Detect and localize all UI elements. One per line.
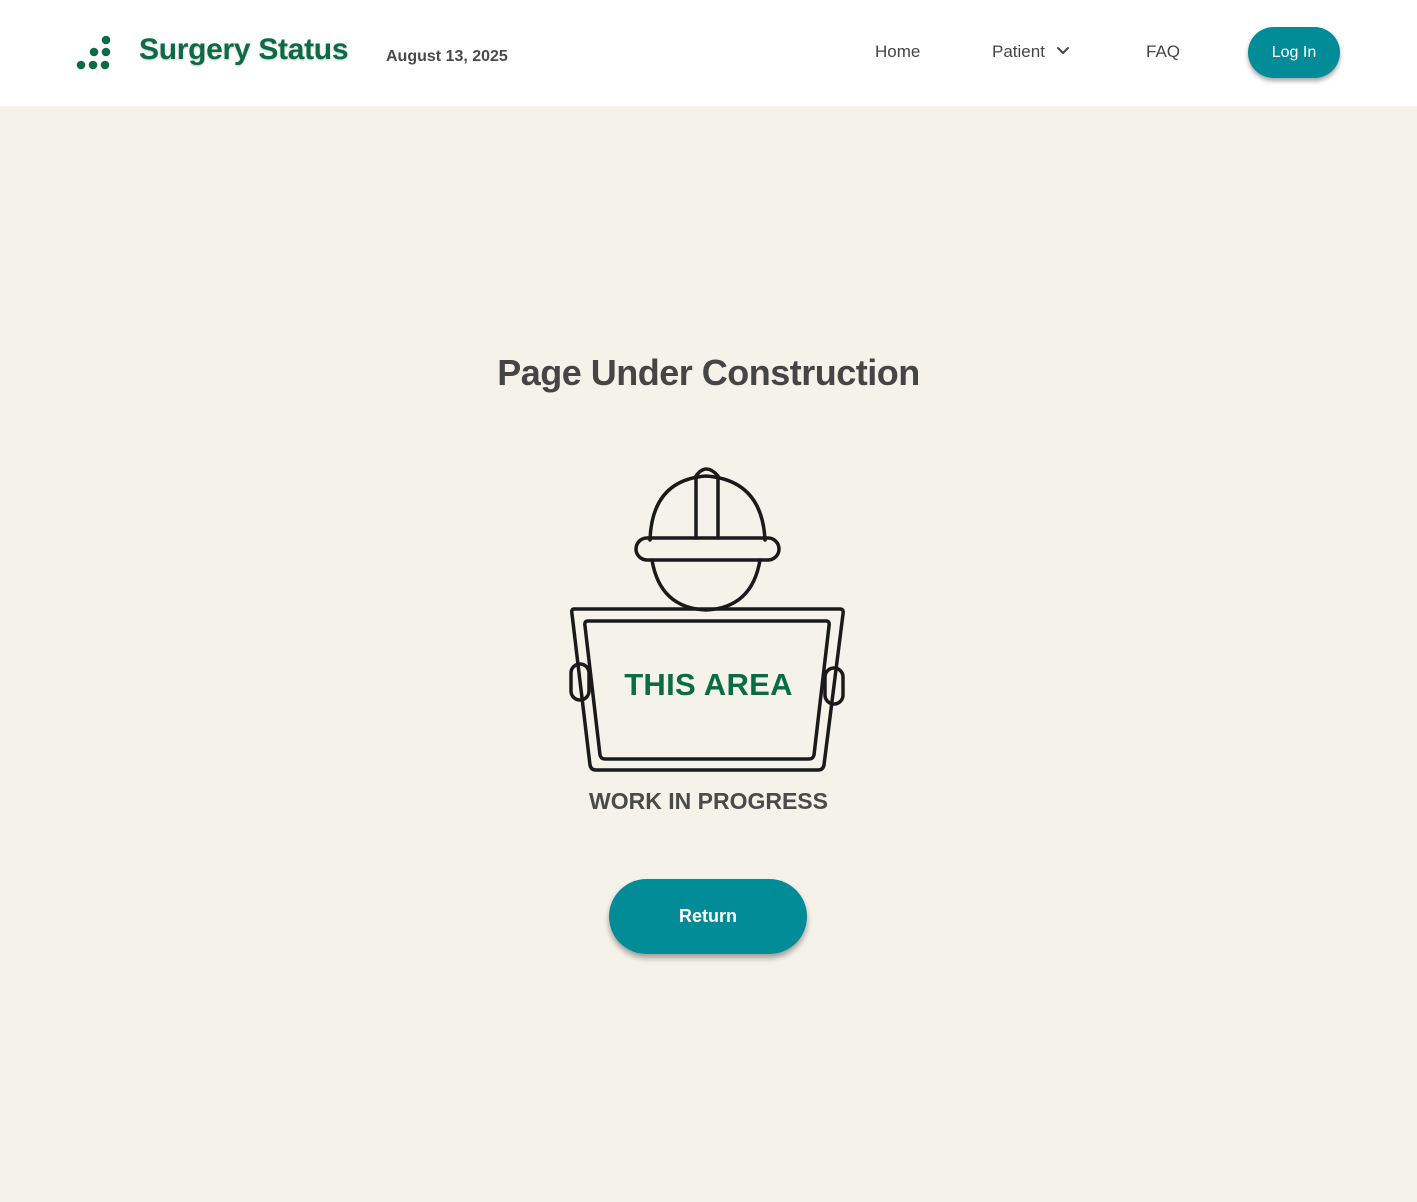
status-text: WORK IN PROGRESS <box>589 788 828 814</box>
hard-hat-brim <box>634 536 781 562</box>
nav-patient-label: Patient <box>992 42 1045 61</box>
nav-faq-link[interactable]: FAQ <box>1146 42 1180 62</box>
nav-home-link[interactable]: Home <box>875 42 920 62</box>
hard-hat-ridge <box>694 467 720 540</box>
sign-text: THIS AREA <box>624 667 793 702</box>
dots-logo-icon[interactable] <box>74 34 114 74</box>
brand-name[interactable]: Surgery Status <box>139 33 349 67</box>
construction-worker-sign-icon <box>569 467 845 772</box>
login-button[interactable]: Log In <box>1248 27 1340 78</box>
nav-home-label: Home <box>875 42 921 61</box>
return-button[interactable]: Return <box>609 879 807 954</box>
worker-head <box>650 558 762 612</box>
current-date: August 13, 2025 <box>386 48 508 65</box>
page-title: Page Under Construction <box>497 352 920 393</box>
hard-hat-dome <box>648 474 767 542</box>
site-header: Surgery Status August 13, 2025 Home Pati… <box>0 0 1417 106</box>
chevron-down-icon <box>1056 47 1069 55</box>
nav-faq-label: FAQ <box>1146 42 1181 61</box>
nav-patient-dropdown[interactable]: Patient <box>992 42 1070 62</box>
